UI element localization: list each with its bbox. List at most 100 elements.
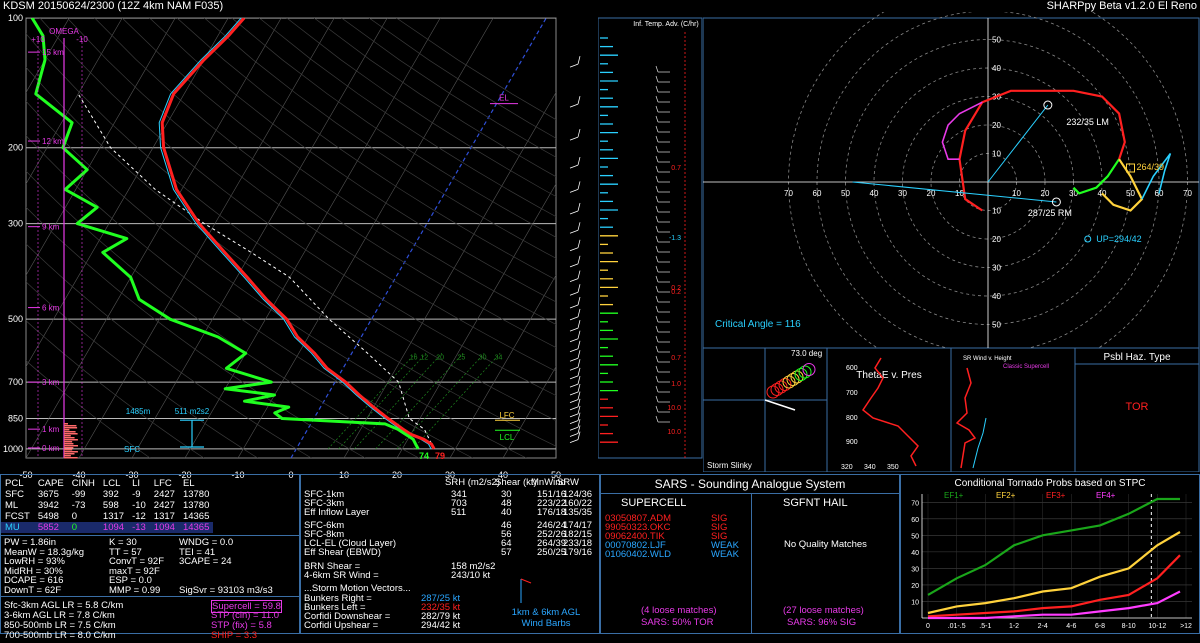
wind-barb-flag [577, 156, 581, 166]
composite-index: SHIP = 3.3 [211, 630, 258, 641]
wind-barb [569, 316, 579, 321]
pressure-tick-label: 300 [8, 219, 23, 229]
hodograph-panel[interactable]: 1010101020202020303030304040404050505050… [703, 12, 1200, 348]
parcel-cell: 14365 [182, 522, 210, 533]
tornado-xtick: 8-10 [1122, 623, 1136, 630]
hodo-ring-label: 10 [992, 150, 1001, 159]
wind-barb-flag [577, 350, 581, 359]
parcel-cell: ML [5, 500, 19, 511]
wind-barb [569, 210, 579, 215]
wind-barb-flag [577, 128, 581, 138]
thermo-indices: PW = 1.86in K = 30 WNDG = 0.0 MeanW = 18.3g… [1, 536, 299, 596]
sars-panel: SARS - Sounding Analogue System SUPERCELL… [600, 474, 900, 634]
omega-bar [64, 449, 73, 451]
wind-barb [569, 375, 579, 380]
pressure-tick-label: 850 [8, 413, 23, 423]
slinky-angle: 73.0 deg [791, 349, 822, 358]
wind-barb [569, 278, 579, 282]
tornado-xtick: 10-12 [1148, 623, 1166, 630]
prob-left: SARS: 50% TOR [641, 617, 714, 628]
tornado-ytick: 60 [911, 517, 919, 524]
hodo-ring-label: 10 [992, 207, 1001, 216]
hodo-ring-label: 70 [784, 189, 793, 198]
wind-barb-flag [577, 239, 581, 248]
temp-adv-value: 0.2 [671, 289, 681, 296]
thetae-xtick: 320 [841, 464, 853, 471]
omega-minus-label: -10 [76, 35, 88, 44]
tornado-xtick: 1-2 [1009, 623, 1019, 630]
wind-barb [569, 103, 579, 108]
parcel-header: EL [182, 478, 195, 489]
thetae-ytick: 900 [846, 439, 858, 446]
wind-barb-flag [577, 55, 581, 65]
lfc-label: LFC [499, 411, 514, 420]
parcel-header: LFC [153, 478, 172, 489]
temp-adv-value: 10.0 [667, 429, 681, 436]
height-label: 12 km [42, 137, 64, 146]
kin-cell: 179/16 [563, 547, 593, 558]
wind-barb [569, 327, 579, 332]
wind-barb-flag [577, 359, 581, 368]
omega-bar [64, 445, 78, 447]
slinky-label: Storm Slinky [707, 461, 752, 470]
loose-left: (4 loose matches) [641, 605, 717, 616]
hodo-ring-label: 30 [992, 264, 1001, 273]
omega-bar [64, 427, 78, 429]
sfc-label: SFC [124, 445, 140, 454]
sars-vdivider [751, 493, 752, 633]
thermo-index: MMP = 0.99 [109, 584, 161, 596]
parcel-cell: 5498 [37, 511, 59, 522]
mixing-ratio-label: 16 [410, 354, 418, 361]
hodo-ring-label: 70 [1183, 189, 1192, 198]
wind-barb-flag [577, 320, 581, 329]
pressure-tick-label: 1000 [3, 444, 23, 454]
parcel-cell: 1317 [153, 511, 175, 522]
parcel-row: SFC 3675 -99 392 -9 2427 13780 [1, 489, 213, 500]
lapse-rates: Sfc-3km AGL LR = 5.8 C/km 3-6km AGL LR = … [1, 597, 299, 643]
srh-height-label: 1485m [126, 407, 151, 416]
up-label: UP=294/42 [1096, 234, 1141, 244]
kin-cell: 40 [501, 507, 512, 518]
tornado-probs-panel: Conditional Tornado Probs based on STPC 1… [900, 474, 1200, 634]
isotherm-line [0, 18, 16, 458]
mixing-ratio-label: 30 [479, 354, 487, 361]
hodo-ring-label: 50 [992, 36, 1001, 45]
omega-bar [64, 433, 78, 435]
parcel-cell: 392 [102, 489, 119, 500]
tornado-legend: EF3+ [1046, 491, 1066, 500]
height-label: 0 km [42, 444, 60, 453]
omega-bar [64, 435, 71, 437]
parcel-header: LCL [102, 478, 121, 489]
tornado-legend: EF4+ [1096, 491, 1116, 500]
hodo-ring-label: 20 [992, 235, 1001, 244]
lm-label: 232/35 LM [1066, 117, 1109, 127]
wind-barb [569, 426, 579, 431]
srwind-title: SR Wind v. Height [963, 356, 1012, 362]
critical-angle-label: Critical Angle = 116 [715, 319, 801, 330]
parcel-cell: 1094 [102, 522, 125, 533]
sars-divider [601, 493, 899, 494]
parcel-row: ML 3942 -73 598 -10 2427 13780 [1, 500, 213, 511]
tornado-xtick: 4-6 [1066, 623, 1076, 630]
skewt-panel[interactable]: 1002003005007008501000-50 -40 -30 -20 -10 0 10… [0, 12, 598, 484]
parcel-cell: 3675 [37, 489, 59, 500]
temp-adv-value: 1.0 [671, 381, 681, 388]
parcel-cell: -10 [132, 500, 146, 511]
tornado-xtick: 2-4 [1038, 623, 1048, 630]
height-label: 6 km [42, 304, 60, 313]
parcel-cell: 2427 [153, 500, 175, 511]
wind-barb-flag [577, 330, 581, 339]
hodo-ring-label: 10 [1012, 189, 1021, 198]
barb-flag [520, 578, 532, 584]
inset-panels: 73.0 degStorm Slinky600700800900320 340 35… [703, 348, 1200, 472]
parcel-cell: 13780 [182, 489, 210, 500]
wind-barb-flag [577, 398, 581, 407]
barbs-label: 1km & 6km AGL Wind Barbs [511, 607, 581, 629]
tornado-ytick: 30 [911, 566, 919, 573]
temp-adv-value: 10.0 [667, 405, 681, 412]
tornado-xtick: >12 [1180, 623, 1192, 630]
thermo-index: 3CAPE = 24 [179, 556, 232, 567]
wind-barb-flag [577, 96, 581, 105]
parcel-cell: 0 [71, 522, 77, 533]
omega-plus-label: +10 [31, 35, 45, 44]
